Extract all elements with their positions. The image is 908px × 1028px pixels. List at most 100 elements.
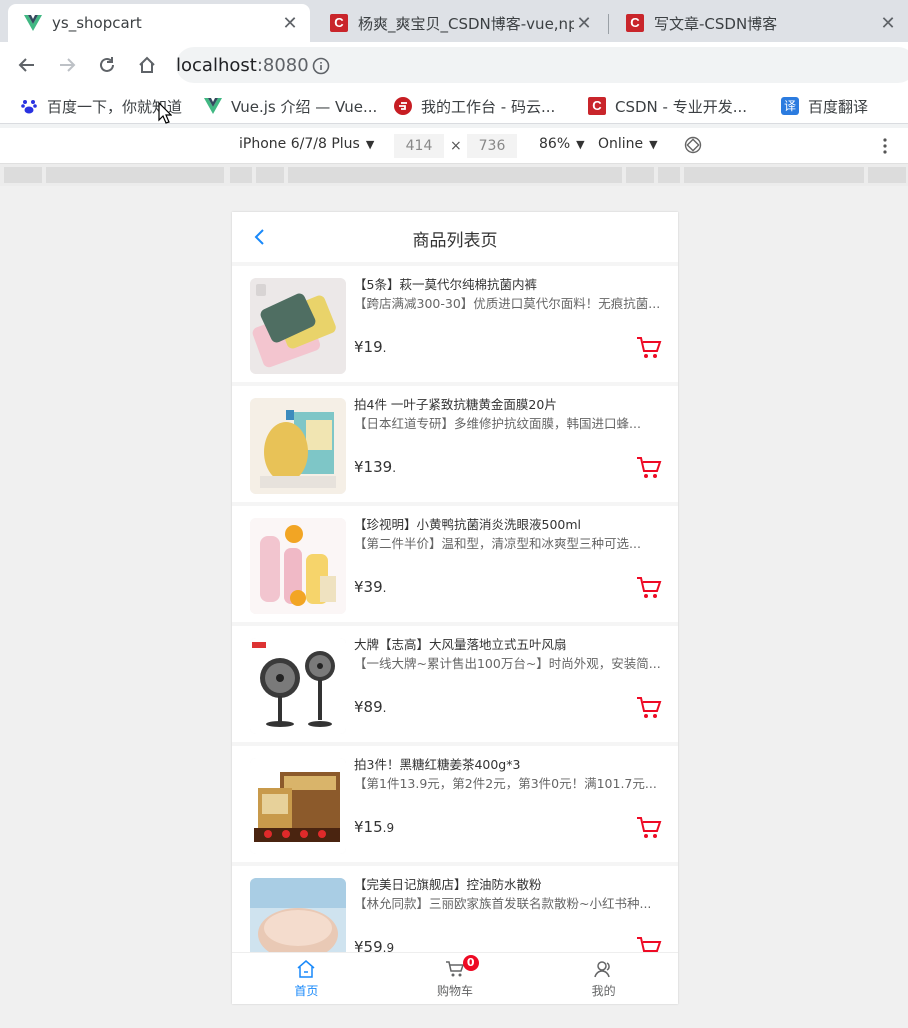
tab-csdn-write[interactable]: C 写文章-CSDN博客 ✕ [610,4,908,42]
product-card[interactable]: 【5条】萩一莫代尔纯棉抗菌内裤 【跨店满减300-30】优质进口莫代尔面料！无痕… [232,262,678,382]
product-image-mask [250,398,346,494]
product-desc: 【日本红道专研】多维修护抗纹面膜，韩国进口蜂... [354,416,641,431]
csdn-icon: C [330,14,348,32]
tab-profile[interactable]: 我的 [529,953,678,1004]
csdn-icon: C [588,97,606,115]
product-name: 【珍视明】小黄鸭抗菌消炎洗眼液500ml [354,517,582,532]
baidu-paw-icon [20,97,38,115]
bookmark-gitee[interactable]: 我的工作台 - 码云... [394,95,555,117]
device-select[interactable]: iPhone 6/7/8 Plus ▼ [239,136,374,152]
back-button[interactable] [14,52,40,78]
translate-icon: 译 [781,97,799,115]
product-name: 【5条】萩一莫代尔纯棉抗菌内裤 [354,277,537,292]
mouse-cursor-icon [158,102,172,124]
user-icon [593,960,610,977]
home-icon [297,959,315,978]
bookmark-label: Vue.js 介绍 — Vue... [231,97,378,116]
add-to-cart-icon[interactable] [636,696,662,720]
product-price: ¥15.9 [354,818,395,836]
product-desc: 【一线大牌~累计售出100万台~】时尚外观，安装简... [354,656,661,671]
tab-label: 首页 [294,983,319,998]
tab-title: 写文章-CSDN博客 [654,14,778,33]
product-image-underwear [250,278,346,374]
zoom-select[interactable]: 86% ▼ [539,136,585,152]
product-image-eyewash [250,518,346,614]
tab-title: ys_shopcart [52,14,142,32]
tab-label: 我的 [591,983,616,998]
product-desc: 【第二件半价】温和型，清凉型和冰爽型三种可选... [354,536,641,551]
product-name: 拍3件！黑糖红糖姜茶400g*3 [354,757,521,772]
tab-cart[interactable]: 0 购物车 [381,953,530,1004]
close-icon[interactable]: ✕ [280,13,300,34]
product-list: 【5条】萩一莫代尔纯棉抗菌内裤 【跨店满减300-30】优质进口莫代尔面料！无痕… [232,262,678,982]
add-to-cart-icon[interactable] [636,336,662,360]
tab-ys-shopcart[interactable]: ys_shopcart ✕ [8,4,310,42]
close-icon[interactable]: ✕ [878,13,898,34]
close-icon[interactable]: ✕ [574,13,594,34]
browser-tab-strip: ys_shopcart ✕ C 杨爽_爽宝贝_CSDN博客-vue,npm ✕ … [0,0,908,42]
add-to-cart-icon[interactable] [636,816,662,840]
kebab-menu-icon [883,138,887,154]
chevron-down-icon: ▼ [576,137,585,151]
bookmark-translate[interactable]: 译 百度翻译 [781,95,868,117]
product-price: ¥139. [354,458,397,476]
product-price: ¥89. [354,698,387,716]
tab-csdn-blog[interactable]: C 杨爽_爽宝贝_CSDN博客-vue,npm ✕ [314,4,604,42]
rotate-button[interactable] [684,136,702,154]
chevron-down-icon: ▼ [365,137,375,151]
product-price: ¥39. [354,578,387,596]
product-name: 【完美日记旗舰店】控油防水散粉 [354,877,542,892]
arrow-right-icon [60,58,76,72]
product-card[interactable]: 【珍视明】小黄鸭抗菌消炎洗眼液500ml 【第二件半价】温和型，清凉型和冰爽型三… [232,502,678,622]
vue-logo-icon [24,14,42,32]
viewport-height-input[interactable]: 736 [467,134,517,158]
tab-divider [608,14,609,34]
forward-button[interactable] [54,52,80,78]
product-image-tea [250,758,346,854]
device-toolbar: iPhone 6/7/8 Plus ▼ 414 × 736 86% ▼ Online… [0,128,908,164]
address-bar[interactable]: localhost:8080 [176,47,908,83]
mobile-app-viewport: 商品列表页 【5条】萩一莫代尔纯棉抗菌内裤 【跨店满减300-30】优质进口莫代… [232,212,678,1004]
arrow-left-icon [18,58,34,72]
tab-label: 购物车 [437,983,474,998]
product-desc: 【第1件13.9元，第2件2元，第3件0元！满101.7元... [354,776,657,791]
csdn-icon: C [626,14,644,32]
vue-logo-icon [204,97,222,115]
cart-icon [446,960,465,976]
bookmark-label: 百度翻译 [808,97,869,116]
add-to-cart-icon[interactable] [636,576,662,600]
reload-button[interactable] [94,52,120,78]
rotate-icon [684,136,702,154]
product-price: ¥19. [354,338,387,356]
bookmark-label: CSDN - 专业开发... [615,97,748,116]
browser-toolbar: localhost:8080 [0,42,908,88]
cart-count-badge: 0 [462,955,479,971]
home-outline-icon [139,56,155,73]
dimension-separator: × [450,138,462,154]
bookmark-vue[interactable]: Vue.js 介绍 — Vue... [204,95,377,117]
product-desc: 【林允同款】三丽欧家族首发联名款散粉~小红书种... [354,896,652,911]
product-card[interactable]: 拍3件！黑糖红糖姜茶400g*3 【第1件13.9元，第2件2元，第3件0元！满… [232,742,678,862]
product-card[interactable]: 拍4件 一叶子紧致抗糖黄金面膜20片 【日本红道专研】多维修护抗纹面膜，韩国进口… [232,382,678,502]
bookmark-csdn[interactable]: C CSDN - 专业开发... [588,95,747,117]
tab-title: 杨爽_爽宝贝_CSDN博客-vue,npm [358,14,574,33]
throttle-select[interactable]: Online ▼ [598,136,658,152]
media-query-ruler [0,164,908,186]
add-to-cart-icon[interactable] [636,456,662,480]
app-nav-bar: 商品列表页 [232,212,678,262]
product-card[interactable]: 大牌【志高】大风量落地立式五叶风扇 【一线大牌~累计售出100万台~】时尚外观，… [232,622,678,742]
bookmarks-bar: 百度一下，你就知道 Vue.js 介绍 — Vue... 我的工作台 - 码云.… [0,88,908,124]
product-name: 拍4件 一叶子紧致抗糖黄金面膜20片 [354,397,557,412]
home-button[interactable] [134,52,160,78]
product-image-fan [250,638,346,734]
product-desc: 【跨店满减300-30】优质进口莫代尔面料！无痕抗菌... [354,296,661,311]
reload-icon [100,57,114,72]
viewport-width-input[interactable]: 414 [394,134,444,158]
info-icon [312,57,330,75]
bookmark-label: 我的工作台 - 码云... [421,97,556,116]
gitee-icon [394,97,412,115]
more-options-button[interactable] [882,137,888,155]
tab-home[interactable]: 首页 [232,953,381,1004]
page-title: 商品列表页 [412,231,498,251]
url-text: localhost:8080 [176,54,309,76]
